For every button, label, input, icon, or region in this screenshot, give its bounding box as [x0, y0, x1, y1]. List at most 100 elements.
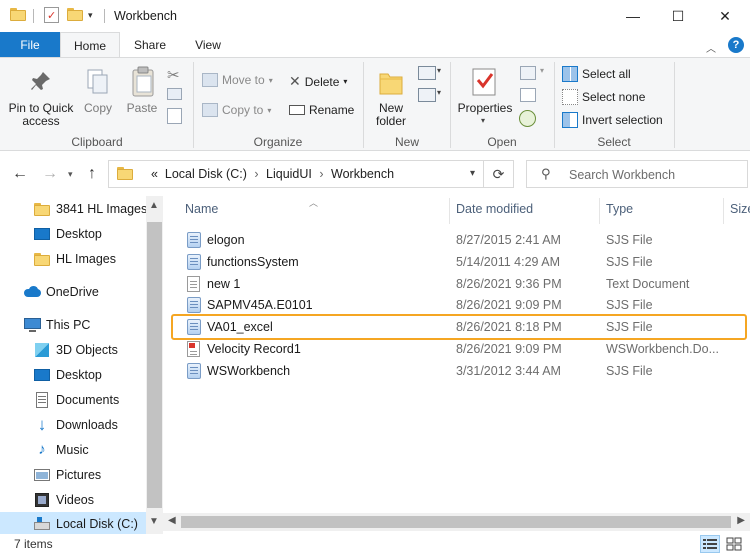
column-divider[interactable]: [449, 198, 450, 224]
search-input[interactable]: Search Workbench: [569, 168, 675, 182]
help-icon[interactable]: ?: [728, 37, 744, 53]
properties-button[interactable]: Properties: [454, 102, 516, 115]
column-header-size[interactable]: Size: [730, 202, 750, 216]
properties-quick-icon[interactable]: ✓: [44, 7, 59, 23]
chevron-down-icon: ▾: [437, 66, 442, 75]
invert-selection-button[interactable]: Invert selection: [562, 112, 663, 128]
workbench-file-icon: [187, 341, 202, 357]
table-row[interactable]: elogon 8/27/2015 2:41 AM SJS File: [171, 229, 746, 251]
separator: [33, 9, 34, 23]
chevron-down-icon: ▾: [481, 116, 486, 125]
column-header-name[interactable]: Name: [185, 202, 218, 216]
search-box[interactable]: ⚲ Search Workbench: [526, 160, 748, 188]
nav-item-local-disk[interactable]: Local Disk (C:): [0, 512, 146, 536]
column-divider[interactable]: [599, 198, 600, 224]
cut-icon[interactable]: ✂: [167, 66, 180, 84]
cloud-icon: [24, 284, 41, 300]
file-date: 5/14/2011 4:29 AM: [456, 255, 561, 269]
file-name: functionsSystem: [207, 255, 299, 269]
nav-item-videos[interactable]: Videos: [0, 488, 146, 512]
forward-arrow-icon[interactable]: →: [42, 165, 58, 183]
tab-share[interactable]: Share: [120, 32, 180, 58]
pin-to-quick-access-button[interactable]: Pin to Quick access: [4, 102, 78, 128]
chevron-down-icon: ▾: [343, 77, 348, 86]
copy-button[interactable]: Copy: [80, 102, 116, 115]
delete-button[interactable]: ✕ Delete ▾: [289, 73, 347, 90]
breadcrumb-local-disk[interactable]: Local Disk (C:): [165, 167, 247, 181]
scroll-up-icon[interactable]: ▲: [149, 200, 159, 211]
table-row[interactable]: functionsSystem 5/14/2011 4:29 AM SJS Fi…: [171, 251, 746, 273]
recent-locations-icon[interactable]: ▾: [68, 169, 73, 180]
minimize-button[interactable]: —: [610, 0, 656, 32]
nav-item-pictures[interactable]: Pictures: [0, 463, 146, 487]
table-row[interactable]: WSWorkbench 3/31/2012 3:44 AM SJS File: [171, 360, 746, 382]
customize-toolbar-icon[interactable]: ▾: [88, 10, 93, 21]
back-arrow-icon[interactable]: ←: [12, 165, 28, 183]
table-row[interactable]: SAPMV45A.E0101 8/26/2021 9:09 PM SJS Fil…: [171, 294, 746, 316]
tab-file[interactable]: File: [0, 32, 60, 58]
new-item-icon[interactable]: [418, 66, 436, 80]
select-none-button[interactable]: Select none: [562, 89, 645, 105]
download-icon: ↓: [37, 415, 47, 434]
scrollbar-thumb[interactable]: [181, 516, 731, 528]
rename-button[interactable]: Rename: [289, 103, 354, 117]
nav-item-downloads[interactable]: ↓ Downloads: [0, 413, 146, 437]
column-header-date-modified[interactable]: Date modified: [456, 202, 533, 216]
paste-shortcut-icon[interactable]: [167, 108, 182, 124]
window-title: Workbench: [114, 9, 177, 23]
nav-item-3841-hl-images[interactable]: 3841 HL Images: [0, 197, 147, 221]
edit-icon[interactable]: [520, 88, 536, 102]
scrollbar-thumb[interactable]: [147, 222, 162, 508]
breadcrumb-overflow[interactable]: «: [151, 167, 158, 181]
tab-home[interactable]: Home: [60, 32, 120, 58]
nav-item-music[interactable]: ♪ Music: [0, 438, 146, 462]
file-name: SAPMV45A.E0101: [207, 298, 313, 312]
copy-to-button[interactable]: Copy to ▾: [202, 103, 271, 117]
nav-item-hl-images[interactable]: HL Images: [0, 247, 146, 271]
maximize-button[interactable]: ☐: [655, 0, 701, 32]
refresh-icon[interactable]: ⟳: [484, 160, 514, 188]
chevron-down-icon: ▾: [268, 75, 273, 85]
select-group-label: Select: [597, 135, 631, 149]
new-folder-button[interactable]: New folder: [366, 102, 416, 128]
open-icon[interactable]: [520, 66, 536, 80]
file-type: WSWorkbench.Do...: [606, 342, 720, 356]
nav-item-this-pc[interactable]: This PC: [0, 313, 146, 337]
copy-path-icon[interactable]: [167, 88, 182, 100]
paste-button[interactable]: Paste: [124, 102, 160, 115]
collapse-ribbon-icon[interactable]: ︿: [706, 40, 716, 55]
nav-item-desktop[interactable]: Desktop: [0, 222, 146, 246]
scroll-left-icon[interactable]: ◀: [168, 515, 176, 526]
pin-icon: [30, 70, 52, 94]
properties-icon: [470, 66, 498, 98]
file-type: Text Document: [606, 277, 690, 291]
file-date: 8/26/2021 9:36 PM: [456, 277, 562, 291]
delete-icon: ✕: [289, 73, 301, 89]
scroll-right-icon[interactable]: ▶: [737, 515, 745, 526]
item-count: 7 items: [14, 537, 53, 551]
table-row[interactable]: new 1 8/26/2021 9:36 PM Text Document: [171, 273, 746, 295]
large-icons-view-icon[interactable]: [724, 535, 744, 553]
up-arrow-icon[interactable]: ↑: [88, 165, 96, 183]
nav-item-3d-objects[interactable]: 3D Objects: [0, 338, 146, 362]
nav-item-onedrive[interactable]: OneDrive: [0, 280, 146, 304]
breadcrumb-liquidui[interactable]: LiquidUI: [266, 167, 312, 181]
address-bar[interactable]: « Local Disk (C:) › LiquidUI › Workbench…: [108, 160, 484, 188]
scroll-down-icon[interactable]: ▼: [149, 516, 159, 527]
select-all-button[interactable]: Select all: [562, 66, 631, 82]
breadcrumb-workbench[interactable]: Workbench: [331, 167, 394, 181]
history-icon[interactable]: [519, 110, 536, 127]
table-row[interactable]: Velocity Record1 8/26/2021 9:09 PM WSWor…: [171, 338, 746, 360]
close-button[interactable]: ✕: [702, 0, 748, 32]
move-to-button[interactable]: Move to ▾: [202, 73, 273, 87]
column-divider[interactable]: [723, 198, 724, 224]
horizontal-scrollbar[interactable]: ◀ ▶: [163, 513, 750, 531]
easy-access-icon[interactable]: [418, 88, 436, 102]
nav-item-documents[interactable]: Documents: [0, 388, 146, 412]
details-view-icon[interactable]: [700, 535, 720, 553]
chevron-down-icon[interactable]: ▾: [470, 168, 475, 179]
nav-item-desktop[interactable]: Desktop: [0, 363, 146, 387]
nav-pane-scrollbar[interactable]: ▲ ▼: [146, 196, 163, 534]
tab-view[interactable]: View: [180, 32, 236, 58]
column-header-type[interactable]: Type: [606, 202, 633, 216]
